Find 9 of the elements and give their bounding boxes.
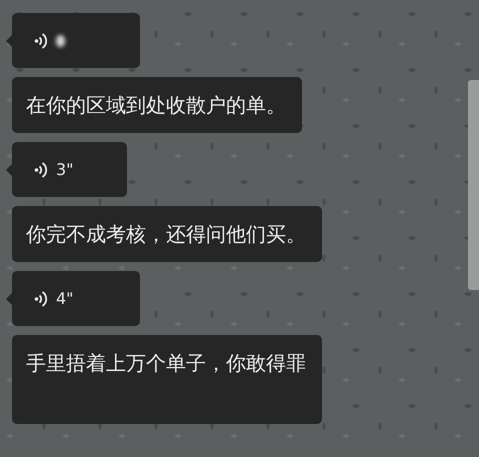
sound-wave-icon	[34, 32, 48, 50]
scrollbar[interactable]	[468, 80, 479, 290]
text-message: 你完不成考核，还得问他们买。	[12, 206, 322, 262]
text-message: 手里捂着上万个单子，你敢得罪	[12, 335, 322, 424]
sound-wave-icon	[34, 290, 48, 308]
sound-wave-icon	[34, 160, 48, 178]
voice-duration: 4"	[56, 289, 74, 308]
text-message: 在你的区域到处收散户的单。	[12, 77, 302, 133]
voice-duration: 3"	[56, 160, 74, 179]
